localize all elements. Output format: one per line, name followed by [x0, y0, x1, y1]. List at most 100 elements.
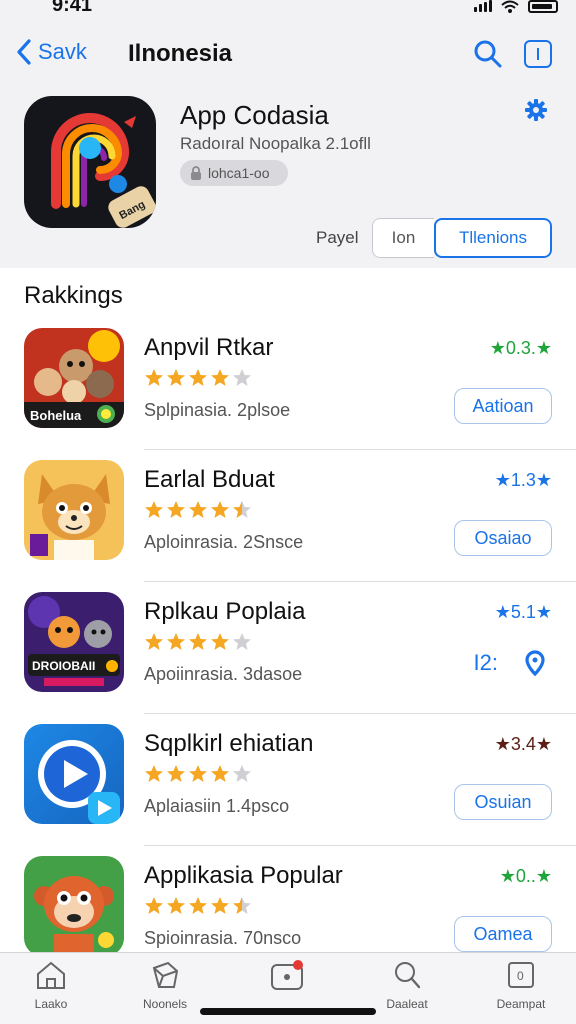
- star-icon: [167, 369, 185, 386]
- star-rating: [144, 764, 252, 784]
- star-icon: [189, 765, 207, 782]
- tab-apps[interactable]: Noonels: [120, 959, 210, 1011]
- star-icon: [189, 897, 207, 914]
- app-actions: I2:: [474, 650, 546, 676]
- info-icon[interactable]: [524, 40, 552, 68]
- list-item[interactable]: Bohelua Anpvil Rtkar Splpinasia. 2plsoe …: [0, 318, 576, 450]
- search-icon[interactable]: [472, 38, 504, 70]
- star-icon: [145, 897, 163, 914]
- list-item[interactable]: Earlal Bduat Aploinrasia. 2Snsce ★1.3★ O…: [0, 450, 576, 582]
- app-icon: [24, 724, 124, 824]
- tab-account[interactable]: 0 Deampat: [476, 959, 566, 1011]
- app-action-button[interactable]: Oamea: [454, 916, 552, 952]
- cartoon-fox-icon: [24, 460, 124, 560]
- featured-app-icon[interactable]: Bang: [24, 96, 156, 228]
- star-icon: [233, 633, 251, 650]
- svg-text:0: 0: [517, 969, 524, 983]
- cartoon-animals-icon: Bohelua: [24, 328, 124, 428]
- list-item[interactable]: DROIOBAII Rplkau Poplaia Apoiinrasia. 3d…: [0, 582, 576, 714]
- nav-bar: Savk Ilnonesia: [0, 22, 576, 86]
- back-button[interactable]: Savk: [14, 38, 87, 66]
- app-name: Sqplkirl ehiatian: [144, 730, 314, 757]
- featured-app-badge: lohca1-oo: [180, 160, 288, 186]
- segment-label: Payel: [316, 228, 359, 247]
- search-icon: [395, 962, 421, 989]
- star-icon: [211, 897, 229, 914]
- status-bar: 9:41: [0, 0, 576, 22]
- app-action-button[interactable]: Aatioan: [454, 388, 552, 424]
- star-icon: [211, 633, 229, 650]
- rank-badge: ★0..★: [499, 866, 552, 886]
- star-icon: [167, 897, 185, 914]
- app-name: Rplkau Poplaia: [144, 598, 306, 625]
- tab-label: Deampat: [496, 997, 546, 1011]
- app-action-button[interactable]: Osuian: [454, 784, 552, 820]
- star-icon: [167, 501, 185, 518]
- badge-label: lohca1-oo: [208, 165, 270, 181]
- star-icon: [189, 369, 207, 386]
- star-rating: [144, 896, 252, 916]
- star-icon: [211, 765, 229, 782]
- featured-app-title: App Codasia: [180, 100, 329, 130]
- app-icon: Bohelua: [24, 328, 124, 428]
- app-name: Applikasia Popular: [144, 862, 343, 889]
- status-icons: [474, 0, 558, 14]
- star-icon: [145, 633, 163, 650]
- app-action-button[interactable]: Osaiao: [454, 520, 552, 556]
- app-icon: DROIOBAII: [24, 592, 124, 692]
- star-icon: [233, 765, 251, 782]
- chevron-left-icon: [17, 39, 31, 65]
- rainbow-logo-icon: Bang: [51, 113, 156, 228]
- star-rating: [144, 368, 252, 388]
- battery-icon: [528, 0, 558, 13]
- star-rating: [144, 632, 252, 652]
- star-icon: [189, 501, 207, 518]
- star-icon: [233, 897, 251, 914]
- app-name: Earlal Bduat: [144, 466, 275, 493]
- svg-text:Bohelua: Bohelua: [30, 408, 82, 423]
- location-pin-icon[interactable]: [524, 650, 546, 676]
- rank-badge: ★1.3★: [494, 470, 552, 490]
- tab-home[interactable]: Laako: [6, 959, 96, 1011]
- list-item[interactable]: Sqplkirl ehiatian Aplaiasiin 1.4psco ★3.…: [0, 714, 576, 846]
- cartoon-characters-icon: DROIOBAII: [24, 592, 124, 692]
- play-icon: [24, 724, 124, 824]
- tab-label: Laako: [34, 997, 68, 1011]
- star-icon: [167, 633, 185, 650]
- app-meta: Splpinasia. 2plsoe: [144, 400, 291, 420]
- app-meta: Aplaiasiin 1.4psco: [144, 796, 290, 816]
- app-icon: [24, 856, 124, 956]
- star-icon: [167, 765, 185, 782]
- app-action-text[interactable]: I2:: [474, 650, 498, 676]
- star-icon: [145, 501, 163, 518]
- cellular-signal-icon: [474, 0, 492, 12]
- segmented-control: Ion Tllenions: [372, 218, 552, 258]
- account-box-icon: 0: [508, 962, 534, 988]
- tab-search[interactable]: Daaleat: [362, 959, 452, 1011]
- star-icon: [145, 369, 163, 386]
- lock-icon: [191, 166, 201, 180]
- app-name: Anpvil Rtkar: [144, 334, 274, 361]
- wifi-icon: [501, 0, 519, 13]
- segment-option-2-selected[interactable]: Tllenions: [434, 218, 552, 258]
- segment-option-1[interactable]: Ion: [372, 218, 434, 258]
- app-meta: Spioinrasia. 70nsco: [144, 928, 302, 948]
- rank-badge: ★3.4★: [494, 734, 552, 754]
- page-title: Ilnonesia: [128, 40, 233, 67]
- app-header-section: Savk Ilnonesia Bang App Codasia Radoıral…: [0, 22, 576, 268]
- tab-label: Daaleat: [386, 997, 428, 1011]
- featured-app-subtitle: Radoıral Noopalka 2.1ofll: [180, 134, 371, 153]
- tab-notifications[interactable]: [242, 959, 332, 997]
- gear-icon[interactable]: [524, 98, 548, 122]
- app-meta: Apoiinrasia. 3dasoe: [144, 664, 303, 684]
- app-icon: [24, 460, 124, 560]
- tab-label: Noonels: [142, 997, 188, 1011]
- rank-badge: ★0.3.★: [489, 338, 552, 358]
- star-icon: [233, 501, 251, 518]
- star-icon: [189, 633, 207, 650]
- star-icon: [211, 369, 229, 386]
- rank-badge: ★5.1★: [494, 602, 552, 622]
- home-indicator: [200, 1008, 376, 1015]
- home-icon: [37, 961, 65, 989]
- notification-box-icon: [271, 960, 303, 990]
